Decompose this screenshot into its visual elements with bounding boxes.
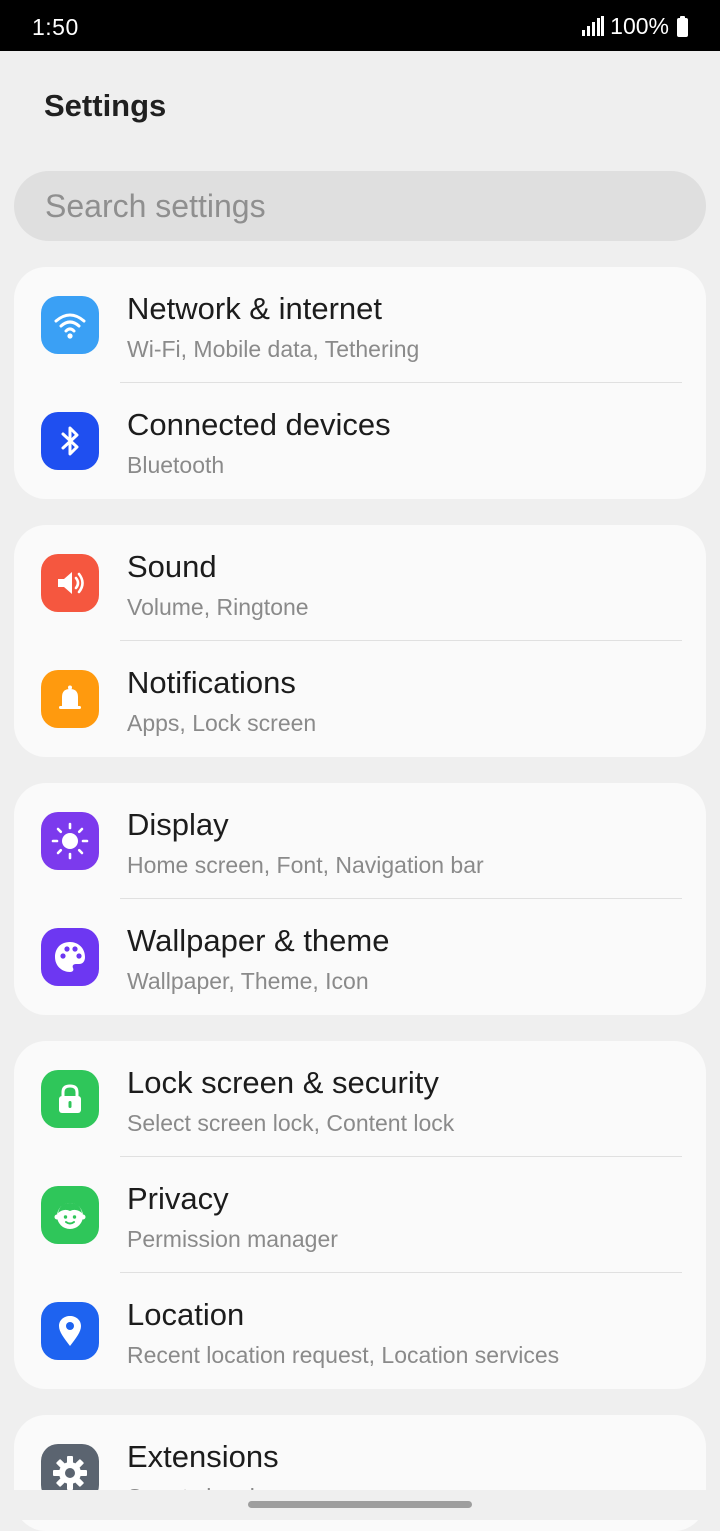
status-indicators: 100% bbox=[582, 13, 688, 39]
page-title: Settings bbox=[44, 88, 167, 123]
settings-item-label: Privacy bbox=[127, 1181, 229, 1216]
settings-item-label: Sound bbox=[127, 549, 217, 584]
settings-item-display[interactable]: Display Home screen, Font, Navigation ba… bbox=[14, 783, 706, 899]
settings-item-summary: Volume, Ringtone bbox=[127, 594, 309, 620]
settings-item-connected-devices[interactable]: Connected devices Bluetooth bbox=[14, 383, 706, 499]
location-pin-icon bbox=[41, 1302, 99, 1360]
search-input[interactable]: Search settings bbox=[14, 171, 706, 241]
settings-group-sound: Sound Volume, Ringtone Notifications App… bbox=[14, 525, 706, 757]
settings-item-wallpaper[interactable]: Wallpaper & theme Wallpaper, Theme, Icon bbox=[14, 899, 706, 1015]
settings-item-summary: Apps, Lock screen bbox=[127, 710, 317, 736]
settings-item-label: Extensions bbox=[127, 1439, 279, 1474]
settings-group-connectivity: Network & internet Wi-Fi, Mobile data, T… bbox=[14, 267, 706, 499]
search-placeholder: Search settings bbox=[45, 187, 266, 224]
settings-item-notifications[interactable]: Notifications Apps, Lock screen bbox=[14, 641, 706, 757]
bluetooth-icon bbox=[41, 412, 99, 470]
settings-item-summary: Recent location request, Location servic… bbox=[127, 1342, 560, 1368]
lock-icon bbox=[41, 1070, 99, 1128]
settings-item-label: Wallpaper & theme bbox=[127, 923, 390, 958]
settings-item-network[interactable]: Network & internet Wi-Fi, Mobile data, T… bbox=[14, 267, 706, 383]
settings-item-summary: Permission manager bbox=[127, 1226, 338, 1252]
settings-item-summary: Wi-Fi, Mobile data, Tethering bbox=[127, 336, 420, 362]
settings-group-security: Lock screen & security Select screen loc… bbox=[14, 1041, 706, 1389]
settings-item-summary: Bluetooth bbox=[127, 452, 225, 478]
brightness-icon bbox=[41, 812, 99, 870]
settings-item-location[interactable]: Location Recent location request, Locati… bbox=[14, 1273, 706, 1389]
settings-item-label: Network & internet bbox=[127, 291, 382, 326]
status-time: 1:50 bbox=[32, 14, 79, 40]
settings-item-summary: Wallpaper, Theme, Icon bbox=[127, 968, 369, 994]
settings-item-label: Display bbox=[127, 807, 229, 842]
settings-item-summary: Select screen lock, Content lock bbox=[127, 1110, 455, 1136]
battery-percentage: 100% bbox=[610, 12, 669, 39]
signal-icon bbox=[582, 16, 605, 36]
bell-icon bbox=[41, 670, 99, 728]
settings-item-label: Connected devices bbox=[127, 407, 391, 442]
settings-item-label: Notifications bbox=[127, 665, 296, 700]
settings-item-lock-screen[interactable]: Lock screen & security Select screen loc… bbox=[14, 1041, 706, 1157]
status-bar: 1:50 100% bbox=[0, 0, 720, 51]
palette-icon bbox=[41, 928, 99, 986]
settings-item-privacy[interactable]: Privacy Permission manager bbox=[14, 1157, 706, 1273]
wifi-icon bbox=[41, 296, 99, 354]
privacy-face-icon bbox=[41, 1186, 99, 1244]
battery-icon bbox=[677, 15, 688, 37]
settings-item-label: Lock screen & security bbox=[127, 1065, 439, 1100]
settings-item-label: Location bbox=[127, 1297, 245, 1332]
settings-group-display: Display Home screen, Font, Navigation ba… bbox=[14, 783, 706, 1015]
settings-item-summary: Home screen, Font, Navigation bar bbox=[127, 852, 484, 878]
settings-item-sound[interactable]: Sound Volume, Ringtone bbox=[14, 525, 706, 641]
speaker-icon bbox=[41, 554, 99, 612]
gesture-navigation-handle[interactable] bbox=[248, 1501, 472, 1508]
